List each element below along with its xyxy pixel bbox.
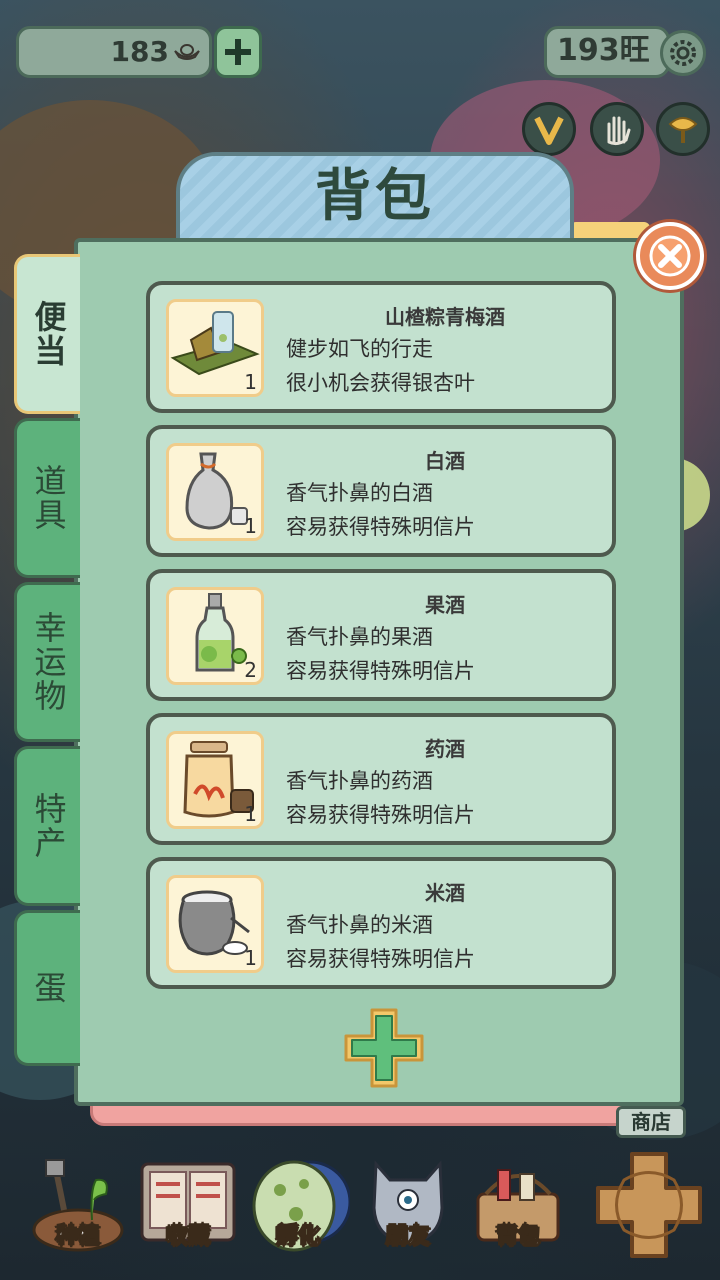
item-desc: 健步如飞的行走 xyxy=(286,337,433,361)
nav-collection[interactable]: 收藏 xyxy=(136,1150,240,1254)
tab-specialty[interactable]: 特产 xyxy=(14,746,80,906)
wang-counter: 193旺 xyxy=(544,26,670,78)
v-letter-icon xyxy=(534,116,564,145)
item-count: 1 xyxy=(244,802,257,826)
item-name: 白酒 xyxy=(425,449,465,473)
add-coins-button[interactable] xyxy=(214,26,262,78)
tab-bento-label: 便当 xyxy=(29,300,68,368)
item-thumbnail: 1 xyxy=(166,875,264,973)
shop-label[interactable]: 商店 xyxy=(616,1106,686,1138)
list-item[interactable]: 1 山楂粽青梅酒 健步如飞的行走 很小机会获得银杏叶 xyxy=(146,281,616,413)
item-desc: 容易获得特殊明信片 xyxy=(286,659,475,683)
nav-backpack-label: 背包 xyxy=(495,1224,540,1250)
item-count: 1 xyxy=(244,514,257,538)
main-menu-button[interactable] xyxy=(594,1150,704,1260)
item-desc: 容易获得特殊明信片 xyxy=(286,947,475,971)
nav-plant-label: 种植 xyxy=(55,1224,100,1250)
nav-plant[interactable]: 种植 xyxy=(26,1150,130,1254)
item-count: 2 xyxy=(244,658,257,682)
panel-title: 背包 xyxy=(315,164,435,229)
hand-icon xyxy=(607,116,631,146)
tab-specialty-label: 特产 xyxy=(29,792,68,860)
item-desc: 容易获得特殊明信片 xyxy=(286,803,475,827)
tab-egg[interactable]: 蛋 xyxy=(14,910,80,1066)
add-item-button[interactable] xyxy=(342,1006,426,1090)
tab-lucky-items[interactable]: 幸运物 xyxy=(14,582,80,742)
item-desc: 香气扑鼻的果酒 xyxy=(286,625,433,649)
v-button[interactable] xyxy=(522,102,576,156)
nav-hatch-label: 孵化 xyxy=(275,1224,320,1250)
item-desc: 香气扑鼻的药酒 xyxy=(286,769,433,793)
item-thumbnail: 1 xyxy=(166,731,264,829)
ginkgo-leaf-icon xyxy=(668,117,698,143)
gold-ingot-icon xyxy=(174,44,200,60)
list-item[interactable]: 1 药酒 香气扑鼻的药酒 容易获得特殊明信片 xyxy=(146,713,616,845)
item-thumbnail: 2 xyxy=(166,587,264,685)
item-thumbnail: 1 xyxy=(166,299,264,397)
nav-backpack[interactable]: 背包 xyxy=(466,1150,570,1254)
item-desc: 香气扑鼻的米酒 xyxy=(286,913,433,937)
tab-egg-label: 蛋 xyxy=(29,971,68,1005)
plus-icon xyxy=(225,39,251,65)
list-item[interactable]: 1 米酒 香气扑鼻的米酒 容易获得特殊明信片 xyxy=(146,857,616,989)
nav-hatch[interactable]: 孵化 xyxy=(246,1150,352,1254)
item-count: 1 xyxy=(244,370,257,394)
gear-icon xyxy=(670,40,696,66)
tab-items-label: 道具 xyxy=(29,464,68,532)
item-name: 山楂粽青梅酒 xyxy=(385,305,505,329)
item-desc: 香气扑鼻的白酒 xyxy=(286,481,433,505)
item-name: 米酒 xyxy=(425,881,465,905)
tab-lucky-items-label: 幸运物 xyxy=(29,611,68,713)
item-count: 1 xyxy=(244,946,257,970)
item-desc: 很小机会获得银杏叶 xyxy=(286,371,475,395)
item-desc: 容易获得特殊明信片 xyxy=(286,515,475,539)
tab-items[interactable]: 道具 xyxy=(14,418,80,578)
settings-button[interactable] xyxy=(660,30,706,76)
nav-friends[interactable]: 朋友 xyxy=(356,1150,460,1254)
item-thumbnail: 1 xyxy=(166,443,264,541)
nav-collection-label: 收藏 xyxy=(165,1224,210,1250)
hand-button[interactable] xyxy=(590,102,644,156)
coin-value: 183 xyxy=(110,35,169,68)
close-icon xyxy=(649,235,691,277)
item-name: 果酒 xyxy=(425,593,465,617)
tab-bento[interactable]: 便当 xyxy=(14,254,80,414)
coin-counter: 183 xyxy=(16,26,212,78)
ginkgo-button[interactable] xyxy=(656,102,710,156)
nav-friends-label: 朋友 xyxy=(385,1224,430,1250)
list-item[interactable]: 1 白酒 香气扑鼻的白酒 容易获得特殊明信片 xyxy=(146,425,616,557)
list-item[interactable]: 2 果酒 香气扑鼻的果酒 容易获得特殊明信片 xyxy=(146,569,616,701)
item-name: 药酒 xyxy=(425,737,465,761)
close-button[interactable] xyxy=(636,222,704,290)
